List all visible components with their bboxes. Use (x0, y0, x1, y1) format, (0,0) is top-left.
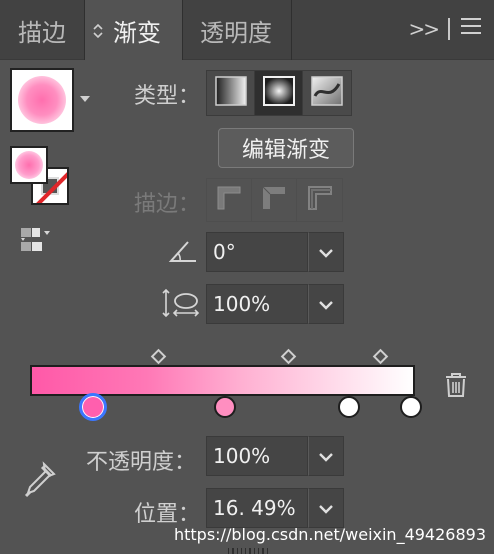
chevron-down-icon (318, 243, 334, 262)
linear-gradient-button[interactable] (207, 71, 255, 115)
stroke-across-button[interactable] (297, 179, 342, 221)
tab-transparency-label: 透明度 (200, 18, 272, 47)
panel-tab-bar: 描边 渐变 透明度 >> (0, 0, 494, 61)
stroke-along-button[interactable] (252, 179, 297, 221)
hamburger-menu-icon[interactable] (460, 16, 482, 41)
tab-gradient-label: 渐变 (113, 19, 161, 47)
chevron-down-icon (318, 499, 334, 518)
panel-resize-grip[interactable] (228, 548, 268, 554)
radial-gradient-icon (262, 76, 295, 110)
tab-divider (291, 0, 292, 60)
location-input[interactable] (206, 488, 308, 528)
gradient-swatch-preview (18, 76, 66, 124)
tab-stroke-label: 描边 (18, 18, 66, 47)
aspect-dropdown-button[interactable] (308, 284, 344, 324)
gradient-type-group (206, 70, 352, 116)
delete-stop-icon[interactable] (444, 372, 468, 402)
edit-gradient-button[interactable]: 编辑渐变 (218, 128, 354, 168)
angle-input[interactable] (206, 232, 308, 272)
type-label: 类型： (134, 84, 201, 109)
stroke-across-icon (306, 184, 334, 216)
opacity-label: 不透明度： (86, 450, 197, 475)
opacity-input[interactable] (206, 436, 308, 476)
aspect-combo (206, 284, 344, 324)
tab-transparency[interactable]: 透明度 (200, 0, 272, 60)
stroke-within-button[interactable] (207, 179, 252, 221)
location-label: 位置： (134, 502, 201, 527)
opacity-dropdown-button[interactable] (308, 436, 344, 476)
gradient-stop-1[interactable] (79, 393, 107, 421)
gradient-slider[interactable] (30, 365, 415, 396)
chevron-down-icon (318, 447, 334, 466)
gradient-swatch-dropdown-icon[interactable] (80, 96, 90, 102)
angle-icon (168, 238, 198, 268)
toolbar-divider (448, 17, 450, 40)
tab-gradient[interactable]: 渐变 (85, 0, 182, 61)
stroke-along-icon (260, 184, 288, 216)
opacity-combo (206, 436, 344, 476)
chevron-down-icon (318, 295, 334, 314)
location-combo (206, 488, 344, 528)
tab-stroke[interactable]: 描边 (18, 0, 66, 60)
stroke-gradient-mode-group (206, 178, 343, 222)
angle-dropdown-button[interactable] (308, 232, 344, 272)
stroke-label: 描边： (134, 192, 201, 217)
gradient-stop-3[interactable] (338, 396, 360, 418)
gradient-stop-2[interactable] (214, 396, 236, 418)
fill-swatch[interactable] (10, 146, 48, 184)
aspect-ratio-icon (162, 288, 202, 322)
gradient-midpoint-3[interactable] (372, 348, 389, 365)
stroke-within-icon (215, 184, 243, 216)
angle-combo (206, 232, 344, 272)
fill-swatch-preview (15, 151, 43, 179)
expand-panel-icon[interactable]: >> (408, 17, 439, 41)
panel-toolbar-icons: >> (408, 16, 482, 41)
freeform-gradient-button[interactable] (303, 71, 351, 115)
eyedropper-icon[interactable] (22, 460, 58, 504)
linear-gradient-icon (214, 76, 247, 110)
gradient-swatch[interactable] (10, 68, 74, 132)
location-dropdown-button[interactable] (308, 488, 344, 528)
gradient-midpoint-2[interactable] (280, 348, 297, 365)
freeform-gradient-icon (311, 76, 343, 110)
tab-divider (182, 0, 183, 60)
watermark-text: https://blog.csdn.net/weixin_49426893 (173, 525, 486, 544)
reverse-gradient-icon[interactable] (20, 226, 52, 258)
gradient-midpoint-1[interactable] (150, 348, 167, 365)
gradient-stop-4[interactable] (400, 396, 422, 418)
radial-gradient-button[interactable] (255, 71, 303, 115)
aspect-ratio-input[interactable] (206, 284, 308, 324)
tab-collapse-arrows-icon (93, 23, 103, 39)
